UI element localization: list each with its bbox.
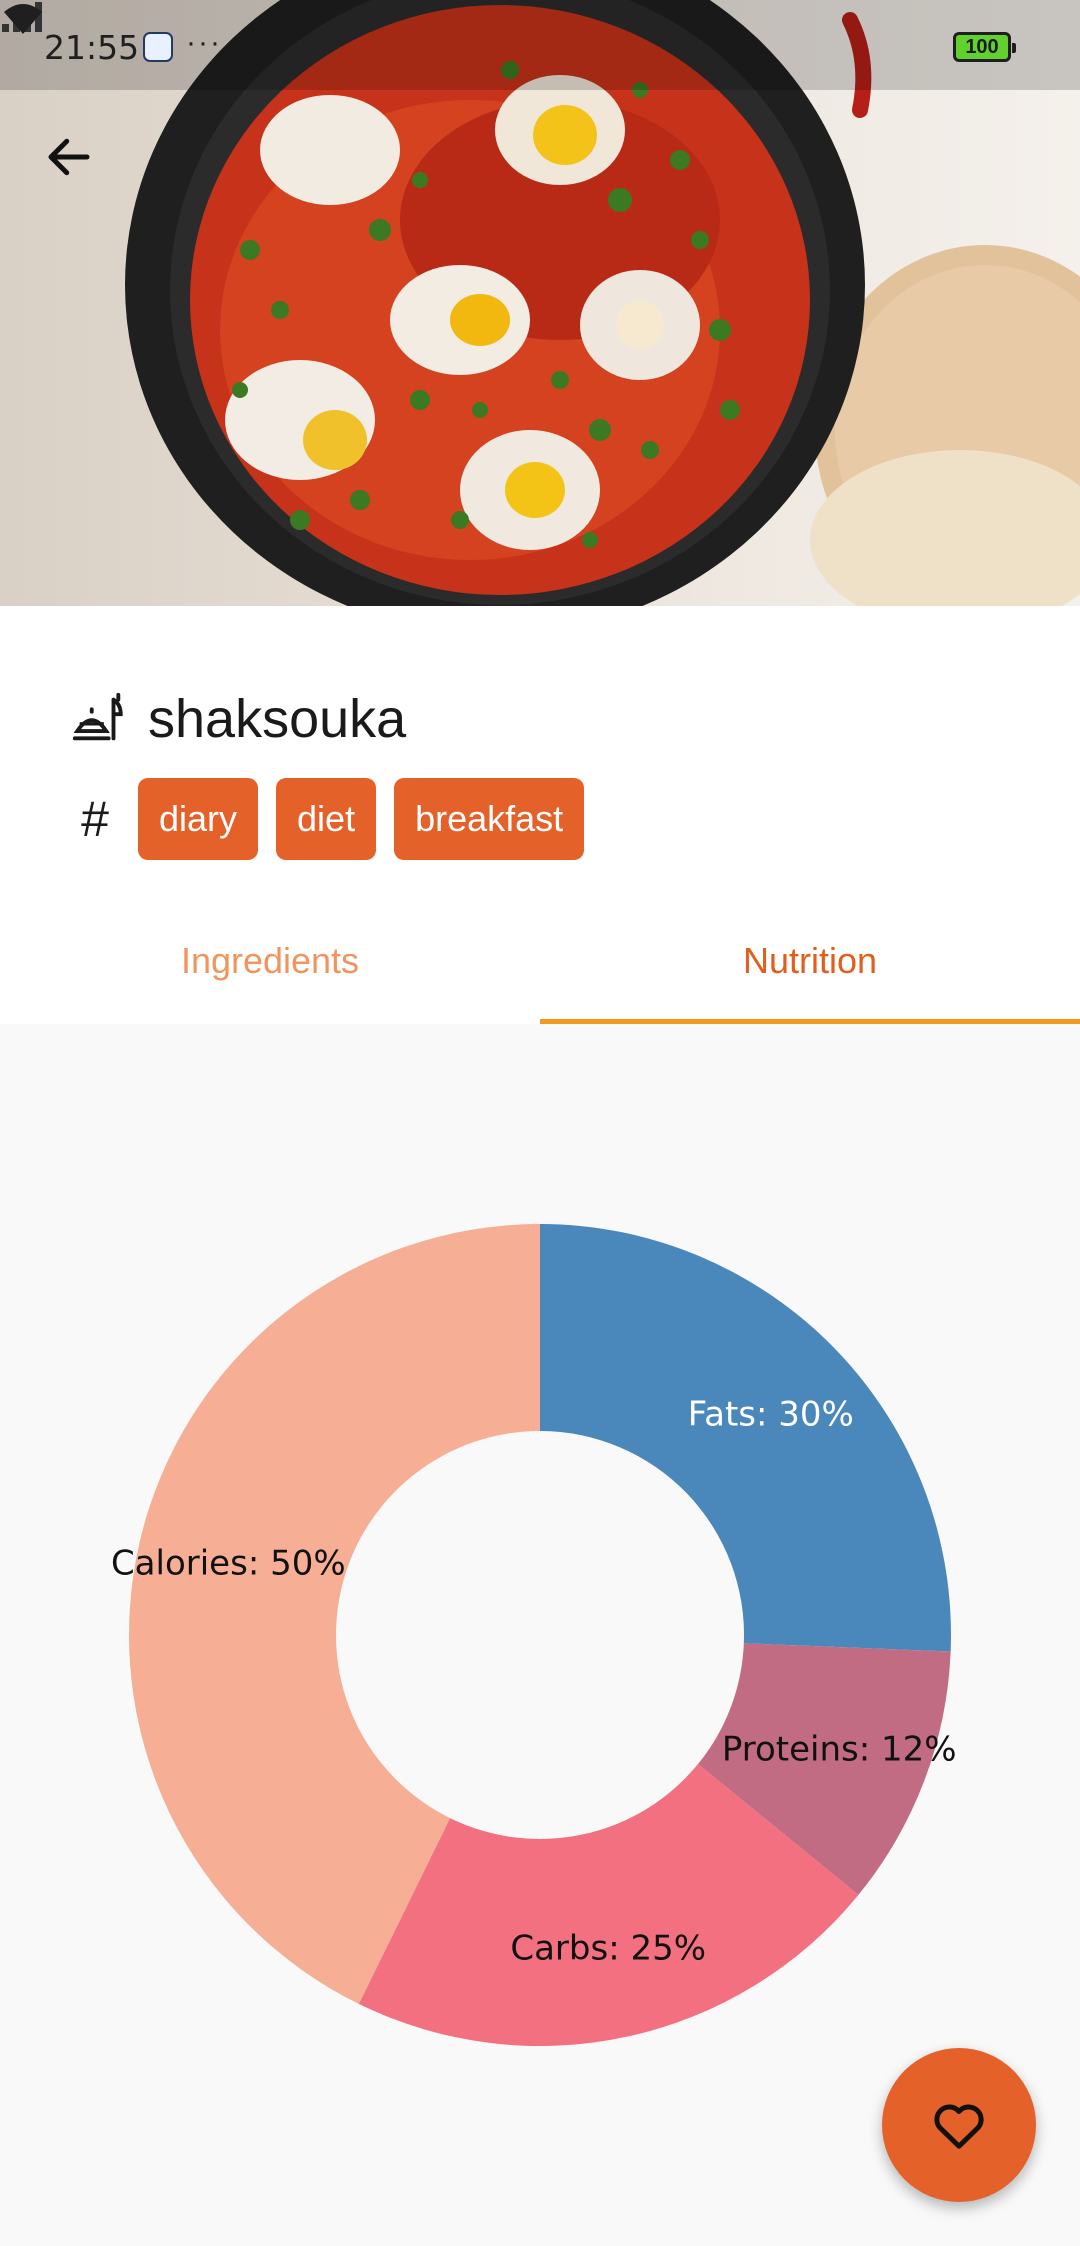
shakshuka-pan-illustration — [125, 0, 1080, 606]
donut-label-calories: Calories: 50% — [111, 1544, 346, 1584]
tab-bar: Ingredients Nutrition — [0, 900, 1080, 1024]
more-notifications-icon: ··· — [186, 26, 222, 59]
donut-label-fats: Fats: 30% — [688, 1394, 854, 1434]
donut-label-proteins: Proteins: 12% — [722, 1729, 957, 1769]
tag-chip[interactable]: diary — [138, 778, 259, 860]
tab-nutrition[interactable]: Nutrition — [540, 900, 1080, 1024]
donut-slice-fats — [540, 1224, 951, 1652]
back-button[interactable] — [42, 130, 112, 200]
tag-chip[interactable]: diet — [276, 778, 377, 860]
status-time: 21:55 — [44, 28, 140, 67]
favorite-button[interactable] — [882, 2048, 1036, 2202]
title-row: shaksouka — [70, 688, 406, 750]
recipe-title: shaksouka — [148, 689, 407, 749]
tags-row: # diary diet breakfast — [70, 778, 602, 860]
food-tray-icon — [72, 692, 123, 741]
arrow-left-icon — [48, 138, 90, 176]
tag-chip[interactable]: breakfast — [394, 778, 585, 860]
status-bar: 21:55 ··· 100 — [0, 0, 1080, 90]
tab-ingredients[interactable]: Ingredients — [0, 900, 540, 1024]
heart-outline-icon — [934, 2104, 984, 2149]
call-notification-icon — [143, 32, 173, 62]
hash-icon: # — [81, 791, 109, 847]
recipe-hero-image: 21:55 ··· 100 — [0, 0, 1080, 606]
battery-icon: 100 — [953, 32, 1016, 62]
wifi-icon — [4, 4, 42, 34]
recipe-detail-panel: shaksouka # diary diet breakfast Ingredi… — [0, 606, 1080, 1024]
donut-label-carbs: Carbs: 25% — [510, 1929, 706, 1969]
